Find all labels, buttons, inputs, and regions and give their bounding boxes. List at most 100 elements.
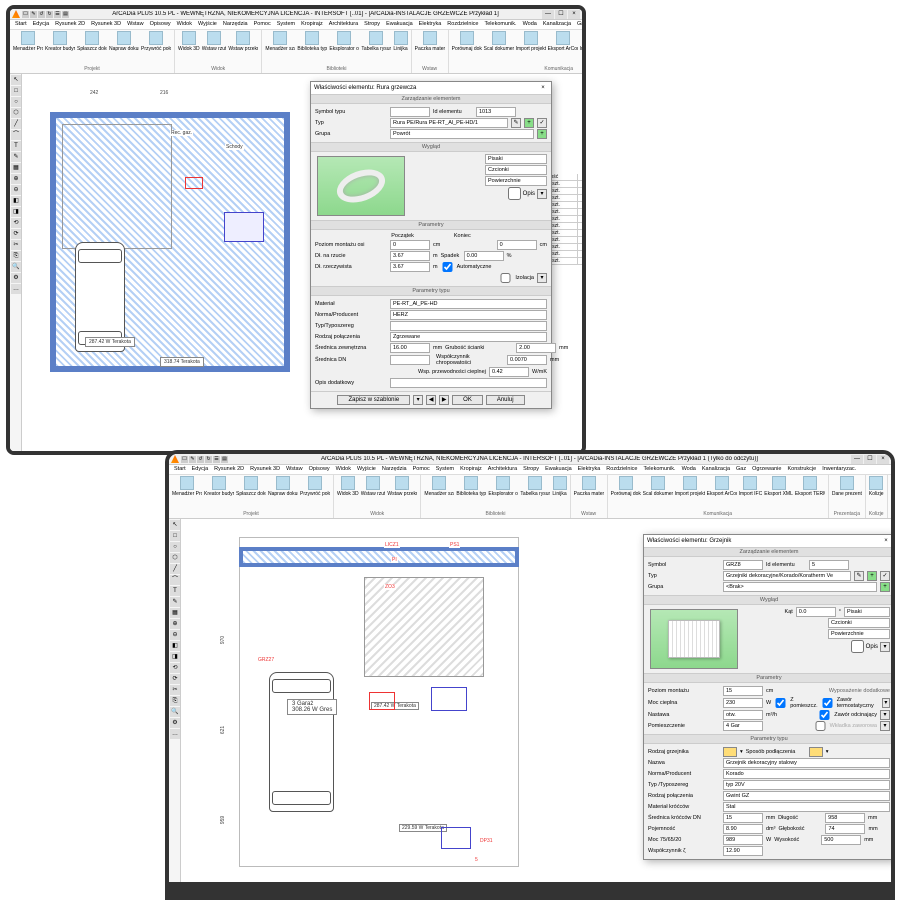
tool-icon[interactable]: ⊕ xyxy=(170,619,180,629)
menu-item[interactable]: System xyxy=(274,20,298,29)
menu-item[interactable]: Kropirajz xyxy=(298,20,326,29)
menu-item[interactable]: Ogrzewanie xyxy=(749,465,784,474)
tool-icon[interactable]: T xyxy=(11,141,21,151)
menu-item[interactable]: Edycja xyxy=(30,20,53,29)
ribbon-button[interactable]: Scal dokumenty xyxy=(643,476,673,497)
ribbon-toolbar[interactable]: Menadżer ProjektuKreator budynkuSpłaszcz… xyxy=(169,475,891,519)
tool-icon[interactable]: ⊖ xyxy=(11,185,21,195)
ribbon-button[interactable]: Kreator budynku xyxy=(45,31,75,52)
menu-item[interactable]: Opisowy xyxy=(147,20,174,29)
ok-button[interactable]: OK xyxy=(452,395,483,405)
ribbon-button[interactable]: Porównaj dokumenty xyxy=(611,476,641,497)
menu-item[interactable]: Wstaw xyxy=(124,20,147,29)
menu-item[interactable]: Inwentaryzac. xyxy=(819,465,859,474)
tool-icon[interactable]: T xyxy=(170,586,180,596)
tool-icon[interactable]: □ xyxy=(170,531,180,541)
ribbon-button[interactable]: Widok 3D xyxy=(178,31,200,52)
menu-item[interactable]: Architektura xyxy=(326,20,361,29)
quick-access-toolbar[interactable]: ☐✎↺↻☰▤ xyxy=(181,456,228,463)
menu-item[interactable]: Rysunek 2D xyxy=(52,20,88,29)
tool-icon[interactable]: ⊖ xyxy=(170,630,180,640)
tool-icon[interactable]: ⚙ xyxy=(170,718,180,728)
menu-item[interactable]: Telekomunik. xyxy=(481,20,519,29)
ribbon-button[interactable]: Menadżer Projektu xyxy=(13,31,43,52)
menu-item[interactable]: Telekomunik. xyxy=(640,465,678,474)
ribbon-button[interactable]: Eksport XML xyxy=(764,476,793,497)
ribbon-button[interactable]: Kreator budynku xyxy=(204,476,234,497)
tool-icon[interactable]: ⟳ xyxy=(170,674,180,684)
tool-icon[interactable]: ↖ xyxy=(11,75,21,85)
menu-item[interactable]: Rysunek 3D xyxy=(247,465,283,474)
tool-icon[interactable]: ⬡ xyxy=(11,108,21,118)
tool-icon[interactable]: ⬡ xyxy=(170,553,180,563)
vertical-toolbar[interactable]: ↖□○⬡╱⌒T✎▦⊕⊖◧◨⟲⟳✂⎘🔍⚙… xyxy=(10,74,22,451)
menu-item[interactable]: Woda xyxy=(520,20,540,29)
menu-bar[interactable]: StartEdycjaRysunek 2DRysunek 3DWstawOpis… xyxy=(10,20,582,30)
ribbon-button[interactable]: Scal dokumenty xyxy=(484,31,514,52)
menu-item[interactable]: Gaz xyxy=(733,465,749,474)
menu-item[interactable]: Rozdzielnice xyxy=(444,20,481,29)
menu-item[interactable]: Wstaw xyxy=(283,465,306,474)
tool-icon[interactable]: ↖ xyxy=(170,520,180,530)
menu-item[interactable]: Ewakuacja xyxy=(542,465,575,474)
ribbon-button[interactable]: Menadżer Projektu xyxy=(172,476,202,497)
vertical-toolbar[interactable]: ↖□○⬡╱⌒T✎▦⊕⊖◧◨⟲⟳✂⎘🔍⚙… xyxy=(169,519,181,882)
ribbon-button[interactable]: Porównaj dokumenty xyxy=(452,31,482,52)
ribbon-button[interactable]: Tabelka rysunkowa xyxy=(361,31,391,52)
menu-item[interactable]: Architektura xyxy=(485,465,520,474)
ribbon-button[interactable]: Biblioteka typów xyxy=(297,31,327,52)
ribbon-button[interactable]: Spłaszcz dokument xyxy=(77,31,107,52)
menu-item[interactable]: Wyjście xyxy=(354,465,379,474)
tool-icon[interactable]: ✎ xyxy=(11,152,21,162)
menu-item[interactable]: Woda xyxy=(679,465,699,474)
menu-item[interactable]: Elektryka xyxy=(575,465,604,474)
tool-icon[interactable]: ◧ xyxy=(170,641,180,651)
tool-icon[interactable]: ◨ xyxy=(170,652,180,662)
menu-item[interactable]: Widok xyxy=(174,20,195,29)
menu-item[interactable]: Edycja xyxy=(189,465,212,474)
menu-item[interactable]: Narzędzia xyxy=(220,20,251,29)
ribbon-button[interactable]: Wstaw rzut xyxy=(202,31,227,52)
window-controls[interactable]: —☐× xyxy=(542,10,580,19)
properties-dialog-pipe[interactable]: Właściwości elementu: Rura grzewcza× Zar… xyxy=(310,81,552,409)
tool-icon[interactable]: ⌒ xyxy=(11,130,21,140)
ribbon-button[interactable]: Biblioteka typów xyxy=(456,476,486,497)
tool-icon[interactable]: ▦ xyxy=(170,608,180,618)
tool-icon[interactable]: ◧ xyxy=(11,196,21,206)
menu-item[interactable]: Stropy xyxy=(520,465,542,474)
tool-icon[interactable]: ╱ xyxy=(170,564,180,574)
ribbon-button[interactable]: Eksplorator obiektów xyxy=(329,31,359,52)
menu-item[interactable]: Narzędzia xyxy=(379,465,410,474)
menu-item[interactable]: System xyxy=(433,465,457,474)
ribbon-button[interactable]: Spłaszcz dokument xyxy=(236,476,266,497)
ribbon-button[interactable]: Eksport TERMO xyxy=(795,476,825,497)
ribbon-button[interactable]: Widok 3D xyxy=(337,476,359,497)
connection-type-icon[interactable] xyxy=(809,747,823,757)
ribbon-button[interactable]: Menadżer szablonów xyxy=(265,31,295,52)
menu-item[interactable]: Ewakuacja xyxy=(383,20,416,29)
tool-icon[interactable]: ◨ xyxy=(11,207,21,217)
menu-item[interactable]: Kropirajz xyxy=(457,465,485,474)
menu-item[interactable]: Wyjście xyxy=(195,20,220,29)
ribbon-button[interactable]: Linijka xyxy=(552,476,566,497)
ribbon-button[interactable]: Wstaw przekrój xyxy=(228,31,258,52)
tool-icon[interactable]: ✂ xyxy=(170,685,180,695)
ribbon-button[interactable]: Eksport ArCon xyxy=(707,476,737,497)
ribbon-button[interactable]: Przywróć położenie okien xyxy=(300,476,330,497)
menu-item[interactable]: Rozdzielnice xyxy=(603,465,640,474)
ribbon-button[interactable]: Dane prezentacji projektu xyxy=(832,476,862,497)
ribbon-button[interactable]: Przywróć położenie okien xyxy=(141,31,171,52)
menu-item[interactable]: Rysunek 3D xyxy=(88,20,124,29)
tool-icon[interactable]: 🔍 xyxy=(11,262,21,272)
tool-icon[interactable]: ⊕ xyxy=(11,174,21,184)
ribbon-button[interactable]: Import IFC xyxy=(580,31,582,52)
close-icon[interactable]: × xyxy=(881,538,891,544)
ribbon-button[interactable]: Eksport ArCon xyxy=(548,31,578,52)
ribbon-button[interactable]: Napraw dokument xyxy=(109,31,139,52)
ribbon-button[interactable]: Tabelka rysunkowa xyxy=(520,476,550,497)
tool-icon[interactable]: ⎘ xyxy=(170,696,180,706)
ribbon-button[interactable]: Eksplorator obiektów xyxy=(488,476,518,497)
properties-dialog-radiator[interactable]: Właściwości elementu: Grzejnik× Zarządza… xyxy=(643,534,895,860)
menu-item[interactable]: Widok xyxy=(333,465,354,474)
ribbon-button[interactable]: Import IFC xyxy=(739,476,763,497)
